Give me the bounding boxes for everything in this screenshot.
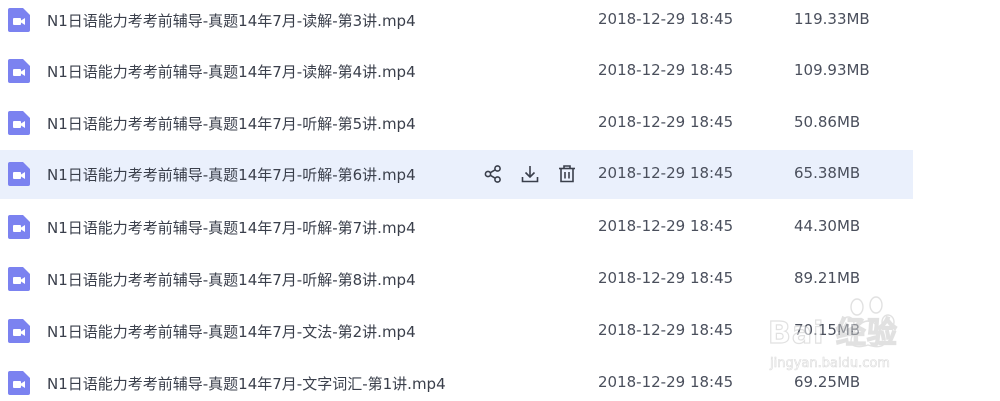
file-date: 2018-12-29 18:45	[598, 269, 734, 287]
file-date: 2018-12-29 18:45	[598, 217, 734, 235]
file-row[interactable]: N1日语能力考考前辅导-真题14年7月-听解-第7讲.mp4 2018-12-2…	[0, 203, 913, 251]
video-file-icon	[8, 162, 30, 186]
file-name[interactable]: N1日语能力考考前辅导-真题14年7月-读解-第3讲.mp4	[47, 10, 416, 31]
file-size: 89.21MB	[794, 269, 861, 287]
file-size: 65.38MB	[794, 164, 861, 182]
file-size: 44.30MB	[794, 217, 861, 235]
file-date: 2018-12-29 18:45	[598, 61, 734, 79]
file-row[interactable]: N1日语能力考考前辅导-真题14年7月-读解-第3讲.mp4 2018-12-2…	[0, 0, 913, 44]
file-name[interactable]: N1日语能力考考前辅导-真题14年7月-听解-第6讲.mp4	[47, 164, 416, 185]
file-name[interactable]: N1日语能力考考前辅导-真题14年7月-读解-第4讲.mp4	[47, 61, 416, 82]
file-name[interactable]: N1日语能力考考前辅导-真题14年7月-文法-第2讲.mp4	[47, 321, 416, 342]
file-row[interactable]: N1日语能力考考前辅导-真题14年7月-听解-第5讲.mp4 2018-12-2…	[0, 99, 913, 147]
file-row[interactable]: N1日语能力考考前辅导-真题14年7月-听解-第8讲.mp4 2018-12-2…	[0, 255, 913, 303]
file-name[interactable]: N1日语能力考考前辅导-真题14年7月-听解-第7讲.mp4	[47, 217, 416, 238]
file-size: 109.93MB	[794, 61, 870, 79]
file-row[interactable]: N1日语能力考考前辅导-真题14年7月-读解-第4讲.mp4 2018-12-2…	[0, 47, 913, 95]
file-date: 2018-12-29 18:45	[598, 164, 734, 182]
file-date: 2018-12-29 18:45	[598, 321, 734, 339]
file-row[interactable]: N1日语能力考考前辅导-真题14年7月-文法-第2讲.mp4 2018-12-2…	[0, 307, 913, 355]
video-file-icon	[8, 111, 30, 135]
file-date: 2018-12-29 18:45	[598, 373, 734, 391]
file-size: 50.86MB	[794, 113, 861, 131]
file-row[interactable]: N1日语能力考考前辅导-真题14年7月-文字词汇-第1讲.mp4 2018-12…	[0, 359, 913, 401]
video-file-icon	[8, 371, 30, 395]
file-date: 2018-12-29 18:45	[598, 113, 734, 131]
file-list: N1日语能力考考前辅导-真题14年7月-读解-第3讲.mp4 2018-12-2…	[0, 0, 1000, 401]
video-file-icon	[8, 59, 30, 83]
video-file-icon	[8, 8, 30, 32]
file-name[interactable]: N1日语能力考考前辅导-真题14年7月-听解-第5讲.mp4	[47, 113, 416, 134]
video-file-icon	[8, 319, 30, 343]
file-size: 69.25MB	[794, 373, 861, 391]
video-file-icon	[8, 267, 30, 291]
file-size: 70.15MB	[794, 321, 861, 339]
file-date: 2018-12-29 18:45	[598, 10, 734, 28]
file-row-hovered[interactable]: N1日语能力考考前辅导-真题14年7月-听解-第6讲.mp4 2018-12-2…	[0, 150, 913, 199]
trash-icon[interactable]	[556, 163, 578, 185]
row-actions	[482, 163, 578, 185]
share-icon[interactable]	[482, 163, 504, 185]
video-file-icon	[8, 215, 30, 239]
download-icon[interactable]	[519, 163, 541, 185]
file-name[interactable]: N1日语能力考考前辅导-真题14年7月-文字词汇-第1讲.mp4	[47, 373, 446, 394]
file-name[interactable]: N1日语能力考考前辅导-真题14年7月-听解-第8讲.mp4	[47, 269, 416, 290]
file-size: 119.33MB	[794, 10, 870, 28]
